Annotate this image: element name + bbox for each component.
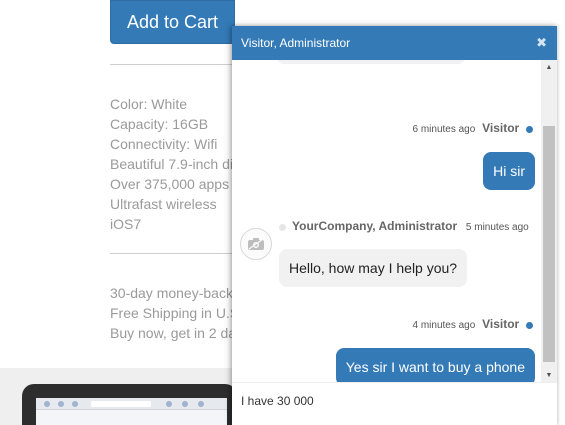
divider (110, 253, 235, 254)
message-bubble (277, 60, 465, 64)
divider (110, 64, 235, 65)
message-meta: 4 minutes ago Visitor (412, 317, 533, 331)
scroll-thumb[interactable] (543, 126, 555, 362)
browser-icon (166, 401, 172, 407)
perk-item: 30-day money-back (110, 285, 233, 301)
spec-item: Beautiful 7.9-inch di (110, 156, 233, 172)
browser-icon (44, 401, 50, 407)
message-bubble: Hi sir (483, 152, 535, 190)
offline-status-icon (279, 223, 286, 231)
promo-banner (0, 368, 232, 425)
browser-icon (182, 401, 188, 407)
chat-message-input[interactable]: I have 30 000 (232, 382, 557, 425)
message-meta: 6 minutes ago Visitor (412, 121, 533, 135)
spec-item: iOS7 (110, 216, 142, 232)
spec-item: Ultrafast wireless (110, 196, 217, 212)
chat-messages: 6 minutes ago Visitor Hi sir YourCompany… (232, 60, 541, 382)
online-status-icon (526, 125, 533, 133)
spec-item: Capacity: 16GB (110, 116, 209, 132)
message-sender: Visitor (482, 317, 520, 331)
spec-item: Connectivity: Wifi (110, 136, 218, 152)
message-time: 6 minutes ago (412, 124, 476, 135)
add-to-cart-button[interactable]: Add to Cart (110, 0, 235, 44)
scroll-up-icon[interactable]: ▲ (541, 60, 557, 74)
message-bubble: Hello, how may I help you? (279, 249, 468, 287)
message-meta: YourCompany, Administrator 5 minutes ago (279, 219, 529, 233)
message-time: 4 minutes ago (412, 320, 476, 331)
url-bar (91, 401, 151, 407)
camera-icon (248, 238, 264, 250)
browser-icon (72, 401, 78, 407)
message-sender: Visitor (482, 121, 520, 135)
tablet-image (22, 384, 232, 425)
product-specs: Color: White Capacity: 16GB Connectivity… (110, 94, 233, 234)
scroll-down-icon[interactable]: ▼ (541, 368, 557, 382)
tablet-screen (36, 398, 227, 425)
avatar (240, 228, 272, 260)
message-bubble: Yes sir I want to buy a phone (335, 348, 535, 382)
browser-icon (198, 401, 204, 407)
message-sender: YourCompany, Administrator (292, 219, 458, 233)
browser-bar (36, 398, 227, 410)
chat-scrollbar[interactable]: ▲ ▼ (541, 60, 557, 382)
spec-item: Over 375,000 apps (110, 176, 230, 192)
live-chat-window: Visitor, Administrator ✖ 6 minutes ago V… (232, 26, 557, 425)
browser-icon (58, 401, 64, 407)
perk-item: Buy now, get in 2 da (110, 325, 237, 341)
online-status-icon (526, 321, 533, 329)
perk-item: Free Shipping in U.S (110, 305, 240, 321)
spec-item: Color: White (110, 96, 188, 112)
chat-title: Visitor, Administrator (241, 36, 351, 50)
product-perks: 30-day money-back Free Shipping in U.S B… (110, 283, 239, 343)
close-icon[interactable]: ✖ (536, 35, 547, 51)
chat-header[interactable]: Visitor, Administrator ✖ (232, 26, 557, 60)
message-time: 5 minutes ago (465, 222, 529, 233)
